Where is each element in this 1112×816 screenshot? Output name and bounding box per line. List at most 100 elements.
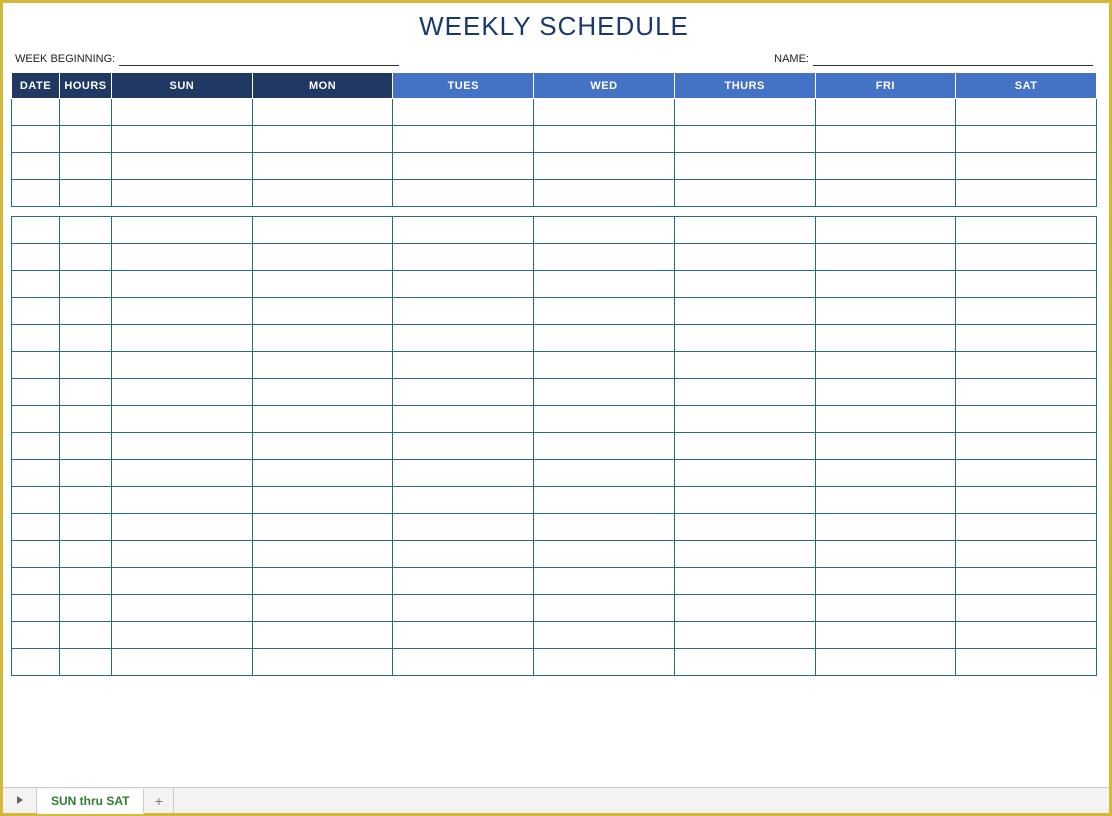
cell[interactable] (60, 352, 112, 379)
cell[interactable] (112, 180, 253, 207)
sheet-tab-active[interactable]: SUN thru SAT (37, 789, 144, 814)
cell[interactable] (393, 153, 534, 180)
cell[interactable] (12, 541, 60, 568)
cell[interactable] (12, 244, 60, 271)
cell[interactable] (815, 99, 956, 126)
cell[interactable] (534, 541, 675, 568)
cell[interactable] (393, 217, 534, 244)
cell[interactable] (60, 622, 112, 649)
cell[interactable] (815, 622, 956, 649)
cell[interactable] (12, 649, 60, 676)
cell[interactable] (112, 352, 253, 379)
cell[interactable] (60, 433, 112, 460)
cell[interactable] (815, 217, 956, 244)
cell[interactable] (534, 514, 675, 541)
cell[interactable] (112, 460, 253, 487)
cell[interactable] (112, 433, 253, 460)
cell[interactable] (252, 126, 393, 153)
cell[interactable] (815, 649, 956, 676)
cell[interactable] (12, 433, 60, 460)
cell[interactable] (956, 487, 1097, 514)
cell[interactable] (12, 595, 60, 622)
cell[interactable] (674, 568, 815, 595)
cell[interactable] (393, 514, 534, 541)
cell[interactable] (534, 433, 675, 460)
cell[interactable] (112, 271, 253, 298)
cell[interactable] (393, 433, 534, 460)
cell[interactable] (393, 325, 534, 352)
cell[interactable] (815, 541, 956, 568)
cell[interactable] (60, 541, 112, 568)
tab-nav-button[interactable] (3, 788, 37, 813)
cell[interactable] (956, 433, 1097, 460)
cell[interactable] (674, 595, 815, 622)
cell[interactable] (60, 271, 112, 298)
cell[interactable] (815, 595, 956, 622)
cell[interactable] (60, 153, 112, 180)
cell[interactable] (674, 622, 815, 649)
cell[interactable] (956, 99, 1097, 126)
cell[interactable] (60, 244, 112, 271)
cell[interactable] (252, 649, 393, 676)
cell[interactable] (12, 568, 60, 595)
cell[interactable] (674, 99, 815, 126)
cell[interactable] (393, 487, 534, 514)
cell[interactable] (534, 325, 675, 352)
cell[interactable] (252, 325, 393, 352)
cell[interactable] (60, 379, 112, 406)
cell[interactable] (534, 271, 675, 298)
cell[interactable] (252, 99, 393, 126)
cell[interactable] (12, 271, 60, 298)
cell[interactable] (112, 622, 253, 649)
cell[interactable] (112, 325, 253, 352)
cell[interactable] (815, 568, 956, 595)
cell[interactable] (112, 568, 253, 595)
cell[interactable] (815, 487, 956, 514)
cell[interactable] (252, 180, 393, 207)
cell[interactable] (674, 180, 815, 207)
cell[interactable] (252, 379, 393, 406)
add-sheet-button[interactable]: + (144, 788, 174, 813)
cell[interactable] (956, 244, 1097, 271)
cell[interactable] (393, 271, 534, 298)
cell[interactable] (674, 379, 815, 406)
cell[interactable] (815, 153, 956, 180)
cell[interactable] (534, 460, 675, 487)
cell[interactable] (252, 433, 393, 460)
cell[interactable] (534, 153, 675, 180)
cell[interactable] (674, 153, 815, 180)
cell[interactable] (956, 153, 1097, 180)
cell[interactable] (534, 180, 675, 207)
cell[interactable] (674, 352, 815, 379)
cell[interactable] (12, 379, 60, 406)
cell[interactable] (956, 460, 1097, 487)
cell[interactable] (60, 217, 112, 244)
cell[interactable] (534, 406, 675, 433)
cell[interactable] (252, 352, 393, 379)
cell[interactable] (60, 298, 112, 325)
cell[interactable] (956, 568, 1097, 595)
cell[interactable] (674, 406, 815, 433)
cell[interactable] (252, 595, 393, 622)
cell[interactable] (815, 406, 956, 433)
cell[interactable] (534, 622, 675, 649)
cell[interactable] (393, 460, 534, 487)
cell[interactable] (815, 298, 956, 325)
cell[interactable] (956, 180, 1097, 207)
cell[interactable] (12, 460, 60, 487)
cell[interactable] (12, 153, 60, 180)
cell[interactable] (393, 622, 534, 649)
cell[interactable] (112, 244, 253, 271)
cell[interactable] (393, 180, 534, 207)
cell[interactable] (674, 244, 815, 271)
cell[interactable] (60, 595, 112, 622)
cell[interactable] (252, 514, 393, 541)
cell[interactable] (393, 126, 534, 153)
cell[interactable] (815, 433, 956, 460)
cell[interactable] (815, 514, 956, 541)
cell[interactable] (252, 406, 393, 433)
cell[interactable] (815, 379, 956, 406)
cell[interactable] (674, 541, 815, 568)
cell[interactable] (815, 352, 956, 379)
cell[interactable] (956, 514, 1097, 541)
